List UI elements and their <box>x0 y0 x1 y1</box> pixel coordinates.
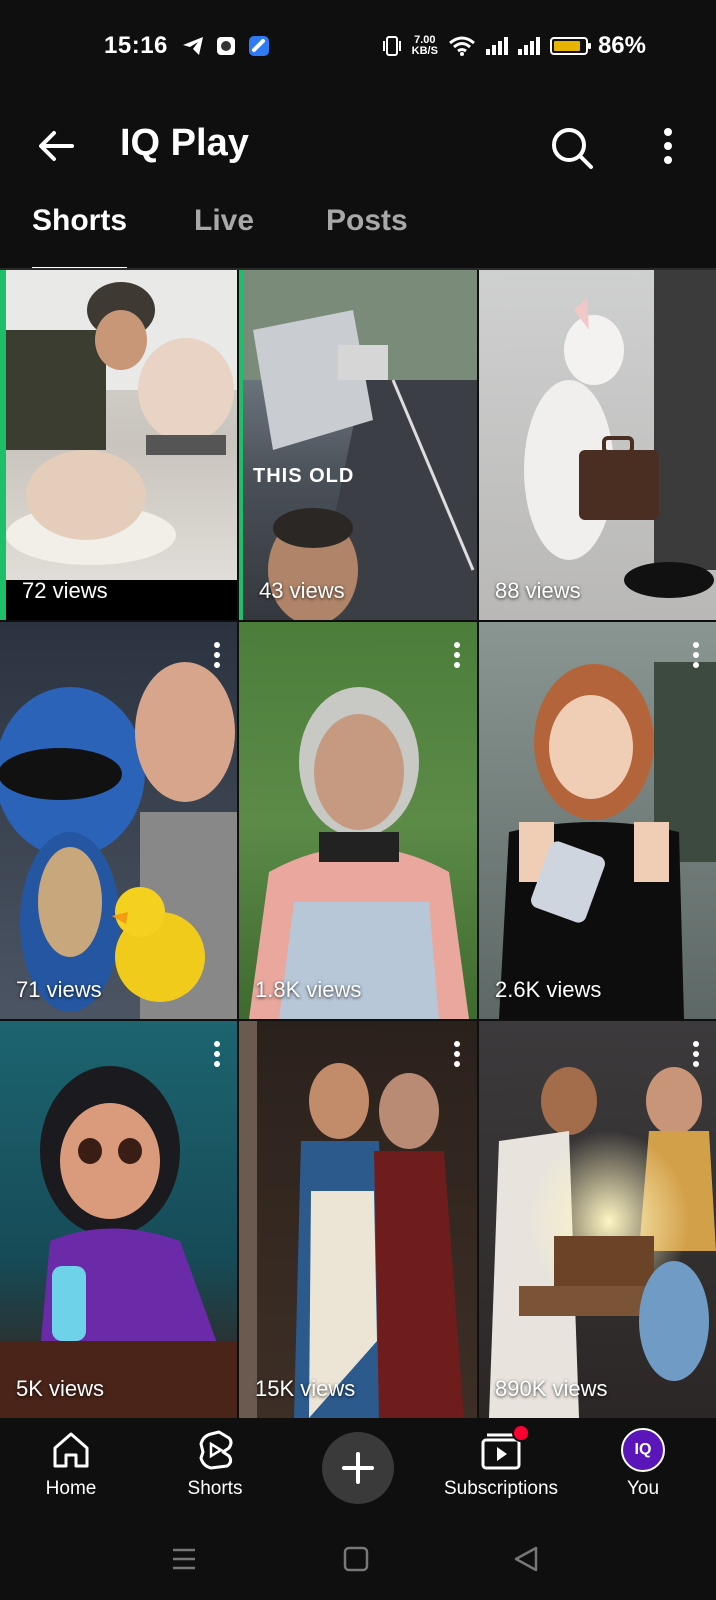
telegram-icon <box>182 37 203 55</box>
more-vert-icon[interactable] <box>213 1041 221 1067</box>
more-vert-icon[interactable] <box>453 642 461 668</box>
notification-icons <box>182 35 270 57</box>
thumbnail-image <box>239 1021 464 1418</box>
more-vert-icon[interactable] <box>692 1041 700 1067</box>
views-count: 1.8K views <box>255 977 362 1002</box>
thumbnail-image <box>249 687 469 1019</box>
bottom-navigation: Home Shorts Subscriptions IQ You <box>0 1418 716 1520</box>
nav-subscriptions[interactable]: Subscriptions <box>436 1424 566 1500</box>
views-count: 890K views <box>495 1376 608 1401</box>
avatar: IQ <box>621 1428 665 1472</box>
tab-live[interactable]: Live <box>194 204 254 270</box>
tab-posts[interactable]: Posts <box>326 204 408 270</box>
short-thumbnail[interactable]: 71 views <box>0 622 237 1019</box>
app-notification-icon-2 <box>248 36 269 56</box>
network-speed-unit: KB/S <box>411 45 438 57</box>
avatar-text: IQ <box>634 1441 652 1458</box>
short-thumbnail[interactable]: 1.8K views <box>239 622 477 1019</box>
short-thumbnail[interactable]: 5K views <box>0 1021 237 1418</box>
views-count: 71 views <box>16 977 102 1002</box>
shorts-grid: 72 views THIS OLD 43 views 88 views 71 v… <box>0 270 716 1418</box>
page-title: IQ Play <box>120 122 249 164</box>
short-thumbnail[interactable]: THIS OLD 43 views <box>239 270 477 620</box>
views-count: 2.6K views <box>495 977 602 1002</box>
vibrate-icon <box>382 36 401 56</box>
battery-icon <box>549 37 591 55</box>
signal-icon <box>485 37 508 55</box>
wifi-icon <box>448 36 475 56</box>
system-navigation-bar <box>0 1520 716 1600</box>
thumbnail-image <box>499 662 716 1019</box>
thumbnail-image <box>489 1067 716 1418</box>
nav-you-label: You <box>626 1478 660 1499</box>
tab-shorts[interactable]: Shorts <box>32 204 128 270</box>
home-square-icon[interactable] <box>342 1544 370 1574</box>
views-count: 15K views <box>255 1376 356 1401</box>
more-vert-icon[interactable] <box>692 642 700 668</box>
views-count: 72 views <box>22 578 108 603</box>
status-time: 15:16 <box>104 32 168 59</box>
more-vert-icon[interactable] <box>453 1041 461 1067</box>
nav-home-label: Home <box>45 1478 97 1499</box>
channel-tabs: Shorts Live Posts <box>0 204 716 270</box>
nav-shorts[interactable]: Shorts <box>150 1428 280 1500</box>
app-notification-icon <box>216 37 235 55</box>
thumbnail-image <box>6 270 237 565</box>
signal-icon-2 <box>517 37 540 55</box>
thumbnail-image <box>0 662 237 1019</box>
tab-posts-label: Posts <box>326 204 408 237</box>
home-icon <box>53 1432 89 1468</box>
short-thumbnail[interactable]: 2.6K views <box>479 622 716 1019</box>
notification-badge-dot <box>512 1424 530 1442</box>
nav-you[interactable]: IQ You <box>578 1428 708 1500</box>
short-thumbnail[interactable]: 88 views <box>479 270 716 620</box>
short-thumbnail[interactable]: 15K views <box>239 1021 477 1418</box>
shorts-icon <box>199 1430 233 1470</box>
tab-shorts-label: Shorts <box>32 204 128 237</box>
status-right: 7.00 KB/S 86% <box>382 32 646 60</box>
views-count: 5K views <box>16 1376 105 1401</box>
views-count: 43 views <box>259 578 345 603</box>
more-vert-icon[interactable] <box>658 124 678 168</box>
thumbnail-image <box>243 270 477 620</box>
views-count: 88 views <box>495 578 581 603</box>
create-button[interactable] <box>322 1432 394 1504</box>
plus-icon <box>342 1452 374 1484</box>
more-vert-icon[interactable] <box>213 642 221 668</box>
app-bar: IQ Play <box>0 92 716 204</box>
status-bar: 15:16 7.00 KB/S 86% <box>0 0 716 92</box>
network-speed: 7.00 KB/S <box>412 35 438 57</box>
thumbnail-caption: THIS OLD <box>253 465 355 487</box>
back-arrow-icon[interactable] <box>34 124 78 168</box>
battery-percent: 86% <box>597 32 646 59</box>
nav-shorts-label: Shorts <box>187 1478 243 1499</box>
battery-level <box>553 41 580 51</box>
menu-icon[interactable] <box>170 1544 198 1574</box>
short-thumbnail[interactable]: 72 views <box>0 270 237 620</box>
search-icon[interactable] <box>550 126 594 170</box>
thumbnail-image <box>524 270 716 598</box>
back-triangle-icon[interactable] <box>512 1544 540 1574</box>
thumbnail-image <box>0 1066 237 1418</box>
tab-live-label: Live <box>194 204 255 237</box>
nav-subscriptions-label: Subscriptions <box>443 1478 559 1499</box>
nav-home[interactable]: Home <box>6 1428 136 1500</box>
short-thumbnail[interactable]: 890K views <box>479 1021 716 1418</box>
